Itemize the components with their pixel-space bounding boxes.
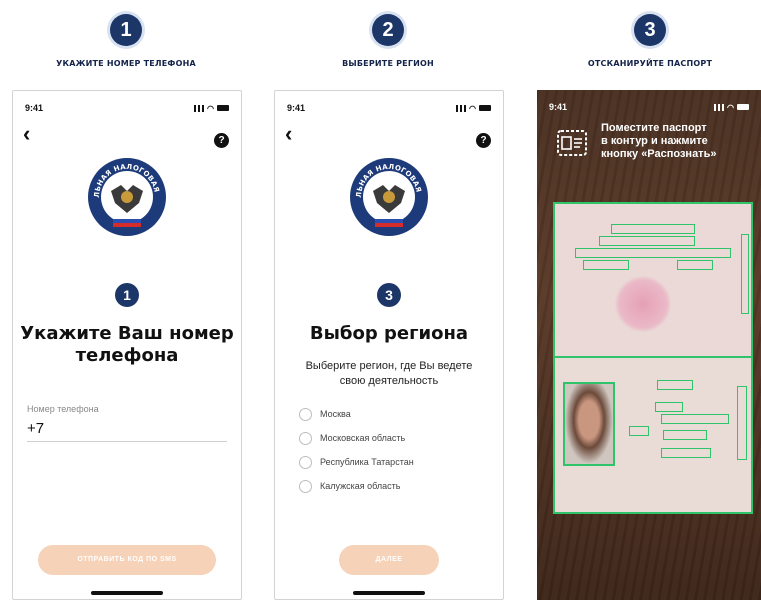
send-sms-button[interactable]: ОТПРАВИТЬ КОД ПО SMS (38, 545, 216, 575)
status-bar: 9:41 ◠ (275, 101, 503, 115)
signal-icon (714, 103, 725, 111)
passport-bottom-page (555, 358, 751, 512)
region-label: Республика Татарстан (320, 457, 414, 467)
step-caption: ВЫБЕРИТЕ РЕГИОН (342, 59, 434, 68)
status-time: 9:41 (25, 103, 44, 113)
passport-scan-frame (553, 202, 753, 514)
detected-field (655, 402, 683, 412)
detected-field (663, 430, 707, 440)
region-label: Московская область (320, 433, 406, 443)
region-option-kaluga[interactable]: Калужская область (299, 477, 400, 495)
detected-field (661, 414, 729, 424)
fns-emblem-logo: ФЕДЕРАЛЬНАЯ НАЛОГОВАЯ СЛУЖБА (349, 157, 428, 236)
scan-instruction-line3: кнопку «Распознать» (601, 148, 717, 160)
region-option-moscow-oblast[interactable]: Московская область (299, 429, 405, 447)
region-label: Москва (320, 409, 351, 419)
passport-photo (563, 382, 615, 466)
step-caption: УКАЖИТЕ НОМЕР ТЕЛЕФОНА (56, 59, 196, 68)
battery-icon (737, 104, 749, 110)
help-button[interactable]: ? (476, 133, 491, 148)
region-option-tatarstan[interactable]: Республика Татарстан (299, 453, 414, 471)
battery-icon (217, 105, 229, 111)
help-button[interactable]: ? (214, 133, 229, 148)
page-title-line1: Укажите Ваш номер (20, 323, 234, 344)
passport-scan-screen: 9:41 ◠ Поместите паспорт в контур и нажм… (537, 90, 761, 600)
wifi-icon: ◠ (727, 102, 734, 112)
back-button[interactable]: ‹ (23, 123, 30, 145)
step-header-1: 1 УКАЖИТЕ НОМЕР ТЕЛЕФОНА (46, 14, 206, 68)
detected-field (575, 248, 731, 258)
wifi-icon: ◠ (469, 103, 476, 113)
home-indicator (91, 591, 163, 595)
signal-icon (194, 104, 205, 112)
passport-stamp (615, 276, 671, 332)
status-bar: 9:41 ◠ (13, 101, 241, 115)
page-subtitle-line2: свою деятельность (339, 375, 439, 387)
scan-instruction-line2: в контур и нажмите (601, 135, 708, 147)
status-icons: ◠ (714, 103, 749, 112)
radio-button[interactable] (299, 407, 312, 421)
status-time: 9:41 (549, 102, 568, 112)
detected-field (677, 260, 713, 270)
detected-field (611, 224, 695, 234)
phone-screen-region: 9:41 ◠ ‹ ? ФЕДЕРАЛЬНАЯ НАЛОГОВАЯ СЛУЖБА … (274, 90, 504, 600)
detected-field (661, 448, 711, 458)
battery-icon (479, 105, 491, 111)
region-label: Калужская область (320, 481, 401, 491)
signal-icon (456, 104, 467, 112)
step-number: 2 (372, 14, 404, 46)
status-time: 9:41 (287, 103, 306, 113)
scan-instruction: Поместите паспорт в контур и нажмите кно… (601, 122, 753, 161)
detected-field (657, 380, 693, 390)
wifi-icon: ◠ (207, 103, 214, 113)
phone-screen-phone-number: 9:41 ◠ ‹ ? ФЕДЕРАЛЬНАЯ НАЛОГОВАЯ СЛУЖБА … (12, 90, 242, 600)
detected-field (741, 234, 749, 314)
id-card-icon (557, 130, 587, 156)
phone-number-input[interactable] (27, 416, 227, 442)
detected-field (737, 386, 747, 460)
step-number-badge: 3 (377, 283, 401, 307)
step-number: 3 (634, 14, 666, 46)
region-option-moscow[interactable]: Москва (299, 405, 351, 423)
status-bar: 9:41 ◠ (537, 100, 761, 114)
step-number-badge: 1 (115, 283, 139, 307)
page-title: Выбор региона (309, 323, 469, 344)
fns-emblem-logo: ФЕДЕРАЛЬНАЯ НАЛОГОВАЯ СЛУЖБА (87, 157, 166, 236)
page-subtitle-line1: Выберите регион, где Вы ведете (305, 360, 473, 372)
status-icons: ◠ (456, 104, 491, 113)
status-icons: ◠ (194, 104, 229, 113)
page-title-line2: телефона (75, 345, 179, 366)
radio-button[interactable] (299, 479, 312, 493)
next-button[interactable]: ДАЛЕЕ (339, 545, 439, 575)
detected-field (599, 236, 695, 246)
step-caption: ОТСКАНИРУЙТЕ ПАСПОРТ (587, 59, 713, 68)
radio-button[interactable] (299, 455, 312, 469)
back-button[interactable]: ‹ (285, 123, 292, 145)
scan-instruction-line1: Поместите паспорт (601, 122, 707, 134)
step-header-2: 2 ВЫБЕРИТЕ РЕГИОН (308, 14, 468, 68)
passport-top-page (555, 204, 751, 356)
detected-field (583, 260, 629, 270)
phone-field-label: Номер телефона (27, 404, 99, 414)
detected-field (629, 426, 649, 436)
home-indicator (353, 591, 425, 595)
step-number: 1 (110, 14, 142, 46)
radio-button[interactable] (299, 431, 312, 445)
step-header-3: 3 ОТСКАНИРУЙТЕ ПАСПОРТ (570, 14, 730, 68)
